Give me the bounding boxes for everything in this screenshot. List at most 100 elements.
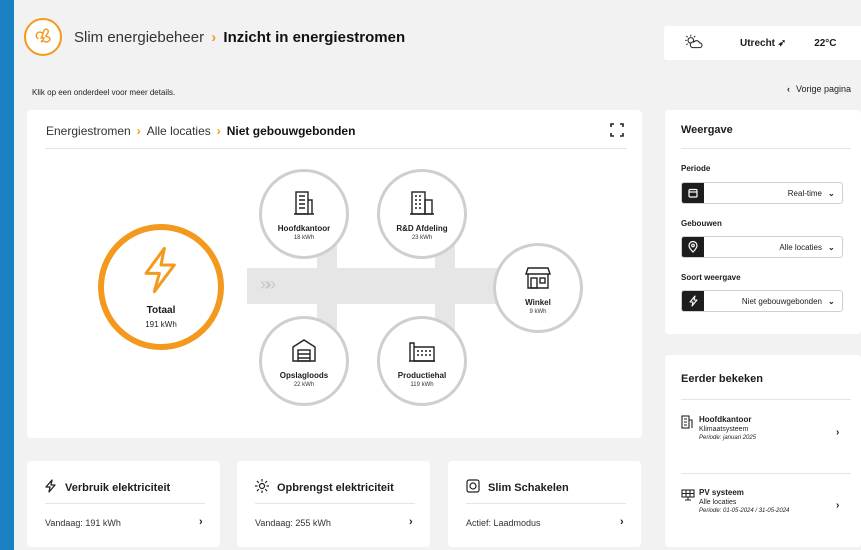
card-title: Slim Schakelen xyxy=(466,479,569,496)
breadcrumb-separator: › xyxy=(216,124,221,138)
node-label: R&D Afdeling xyxy=(396,224,448,233)
switch-icon xyxy=(466,479,480,496)
page-title: Inzicht in energiestromen xyxy=(223,28,406,46)
breadcrumb-item[interactable]: Alle locaties xyxy=(147,124,211,138)
node-value: 23 kWh xyxy=(411,235,433,241)
recent-item-period: Periode: januari 2025 xyxy=(699,435,757,441)
chevron-down-icon: ⌄ xyxy=(828,242,835,252)
buildings-value: Alle locaties xyxy=(779,242,822,252)
fullscreen-icon[interactable] xyxy=(610,123,624,142)
card-slim-schakelen[interactable]: Slim Schakelen Actief: Laadmodus › xyxy=(448,461,641,547)
bolt-icon xyxy=(104,246,218,299)
flow-direction-icon: »» xyxy=(260,274,276,294)
panel-title: Eerder bekeken xyxy=(681,373,763,385)
calendar-icon xyxy=(682,183,704,203)
divider xyxy=(681,399,851,400)
divider xyxy=(681,148,851,149)
period-select[interactable]: Real-time ⌄ xyxy=(681,182,843,204)
recent-item-subtitle: Klimaatsysteem xyxy=(699,426,749,433)
panel-title: Weergave xyxy=(681,124,733,136)
chevron-right-icon[interactable]: › xyxy=(836,427,839,438)
instruction-text: Klik op een onderdeel voor meer details. xyxy=(32,88,176,97)
node-opslagloods[interactable]: Opslagloods 22 kWh xyxy=(259,316,349,406)
app-window: Slim energiebeheer › Inzicht in energies… xyxy=(14,0,861,550)
breadcrumb-separator: › xyxy=(136,124,141,138)
office-building-icon xyxy=(262,190,346,218)
node-value: 22 kWh xyxy=(293,382,315,388)
recent-item[interactable]: Hoofdkantoor Klimaatsysteem Periode: jan… xyxy=(681,415,851,441)
card-value: Actief: Laadmodus xyxy=(466,518,541,528)
breadcrumb-current: Niet gebouwgebonden xyxy=(226,124,356,138)
card-title-text: Slim Schakelen xyxy=(488,481,569,494)
buildings-label: Gebouwen xyxy=(681,219,722,228)
view-settings-panel: Weergave Periode Real-time ⌄ Gebouwen Al… xyxy=(665,110,861,334)
node-label: Hoofdkantoor xyxy=(277,224,331,233)
period-label: Periode xyxy=(681,164,711,173)
view-type-label: Soort weergave xyxy=(681,273,741,282)
node-hoofdkantoor[interactable]: Hoofdkantoor 18 kWh xyxy=(259,169,349,259)
node-label: Totaal xyxy=(146,305,176,316)
solar-panel-icon xyxy=(681,488,699,514)
chevron-right-icon[interactable]: › xyxy=(620,516,624,528)
divider xyxy=(45,503,205,504)
node-value: 119 kWh xyxy=(410,382,434,388)
recent-item[interactable]: PV systeem Alle locaties Periode: 01-05-… xyxy=(681,488,851,514)
chevron-right-icon[interactable]: › xyxy=(409,516,413,528)
recent-item-period: Periode: 01-05-2024 / 31-05-2024 xyxy=(699,508,790,514)
chevron-left-icon: ‹ xyxy=(787,84,790,94)
location-arrow-icon: ➶ xyxy=(777,37,787,49)
weather-widget: Utrecht ➶ 22°C xyxy=(664,26,861,60)
recently-viewed-panel: Eerder bekeken Hoofdkantoor Klimaatsyste… xyxy=(665,355,861,547)
breadcrumb: Energiestromen › Alle locaties › Niet gebouw… xyxy=(46,124,355,138)
card-verbruik[interactable]: Verbruik elektriciteit Vandaag: 191 kWh … xyxy=(27,461,220,547)
view-type-value: Niet gebouwgebonden xyxy=(741,296,822,306)
node-rd-afdeling[interactable]: R&D Afdeling 23 kWh xyxy=(377,169,467,259)
node-total[interactable]: Totaal 191 kWh xyxy=(98,224,224,350)
node-label: Winkel xyxy=(525,298,551,307)
lab-building-icon xyxy=(380,190,464,218)
chevron-down-icon: ⌄ xyxy=(828,188,835,198)
sun-icon xyxy=(255,479,269,496)
card-title-text: Opbrengst elektriciteit xyxy=(277,481,394,494)
bolt-icon xyxy=(682,291,704,311)
recent-item-title: PV systeem xyxy=(699,488,744,497)
back-link[interactable]: ‹ Vorige pagina xyxy=(787,84,851,94)
chevron-right-icon[interactable]: › xyxy=(836,500,839,511)
node-value: 9 kWh xyxy=(529,309,547,315)
title-separator: › xyxy=(211,28,217,46)
node-label: Productiehal xyxy=(397,371,447,380)
chevron-down-icon: ⌄ xyxy=(828,296,835,306)
shop-icon xyxy=(496,264,580,292)
back-link-label: Vorige pagina xyxy=(796,84,852,94)
weather-city-text: Utrecht xyxy=(740,37,776,49)
buildings-select[interactable]: Alle locaties ⌄ xyxy=(681,236,843,258)
app-name: Slim energiebeheer xyxy=(74,28,205,46)
flow-band xyxy=(247,268,507,304)
divider xyxy=(466,503,626,504)
card-title-text: Verbruik elektriciteit xyxy=(65,481,171,494)
card-title: Verbruik elektriciteit xyxy=(45,479,170,496)
divider xyxy=(681,473,851,474)
card-value: Vandaag: 255 kWh xyxy=(255,518,331,528)
node-value: 191 kWh xyxy=(145,320,177,329)
divider xyxy=(45,148,627,149)
weather-temperature: 22°C xyxy=(814,37,837,49)
brand-logo-icon[interactable] xyxy=(24,18,62,56)
warehouse-icon xyxy=(262,337,346,365)
divider xyxy=(255,503,415,504)
node-winkel[interactable]: Winkel 9 kWh xyxy=(493,243,583,333)
bolt-icon xyxy=(45,479,57,496)
recent-item-subtitle: Alle locaties xyxy=(699,499,737,506)
card-value: Vandaag: 191 kWh xyxy=(45,518,121,528)
factory-icon xyxy=(380,337,464,365)
office-building-icon xyxy=(681,415,699,441)
chevron-right-icon[interactable]: › xyxy=(199,516,203,528)
breadcrumb-item[interactable]: Energiestromen xyxy=(46,124,131,138)
node-label: Opslagloods xyxy=(279,371,329,380)
card-opbrengst[interactable]: Opbrengst elektriciteit Vandaag: 255 kWh… xyxy=(237,461,430,547)
view-type-select[interactable]: Niet gebouwgebonden ⌄ xyxy=(681,290,843,312)
node-value: 18 kWh xyxy=(293,235,315,241)
card-title: Opbrengst elektriciteit xyxy=(255,479,394,496)
node-productiehal[interactable]: Productiehal 119 kWh xyxy=(377,316,467,406)
header: Slim energiebeheer › Inzicht in energies… xyxy=(24,18,405,56)
